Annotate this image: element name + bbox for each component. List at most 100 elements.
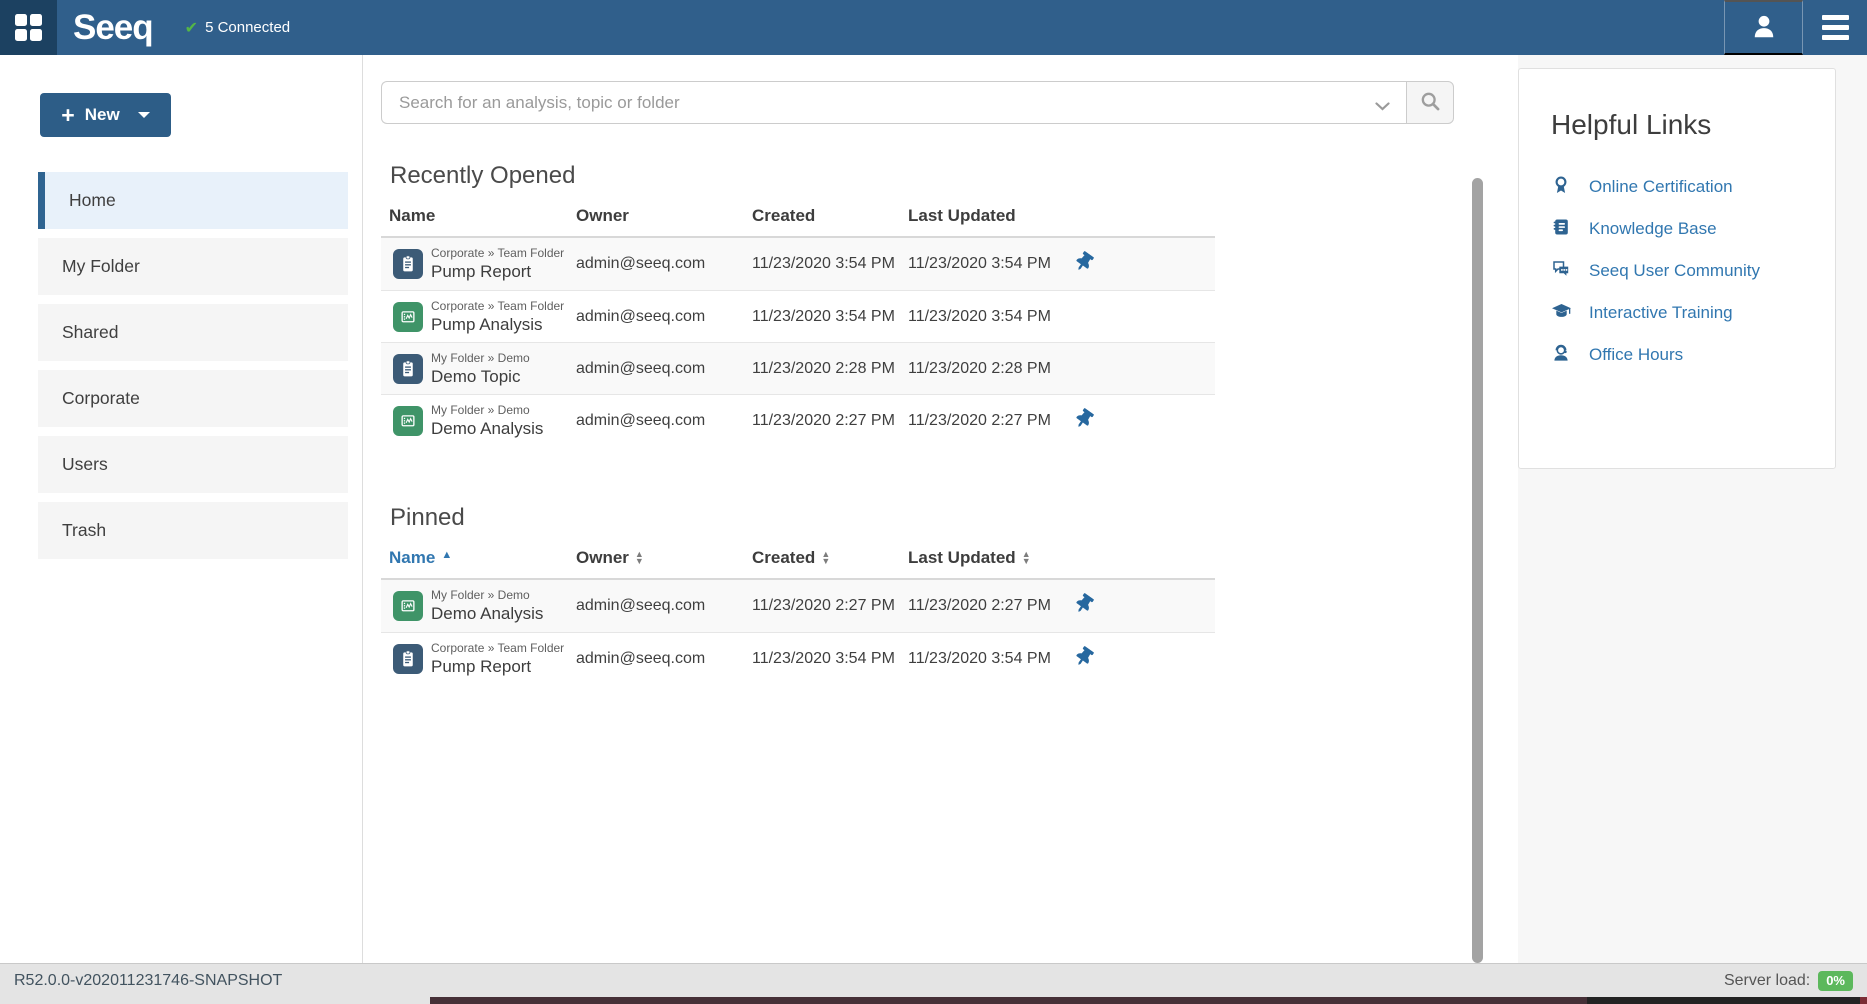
pin-cell (1075, 357, 1115, 381)
grid-icon (15, 14, 42, 41)
link-office-hours[interactable]: Office Hours (1551, 334, 1811, 376)
updated-cell: 11/23/2020 3:54 PM (908, 255, 1075, 273)
item-name[interactable]: Pump Report (431, 656, 576, 677)
sidebar-item-label: Trash (62, 520, 106, 541)
scrollbar-thumb[interactable] (1472, 178, 1483, 963)
column-header-owner: Owner (576, 206, 752, 226)
server-load-badge: 0% (1818, 971, 1853, 991)
status-bar: R52.0.0-v202011231746-SNAPSHOT Server lo… (0, 963, 1867, 997)
link-label[interactable]: Office Hours (1589, 345, 1683, 365)
sidebar-nav: Home My Folder Shared Corporate Users Tr… (0, 172, 362, 559)
knowledge-base-icon (1551, 217, 1571, 242)
sort-indicator: ▲▼ (821, 551, 830, 566)
link-seeq-user-community[interactable]: Seeq User Community (1551, 250, 1811, 292)
analysis-icon (393, 591, 423, 621)
column-label: Last Updated (908, 206, 1016, 226)
search-bar (381, 81, 1454, 124)
connection-status[interactable]: ✔ 5 Connected (185, 0, 290, 55)
link-online-certification[interactable]: Online Certification (1551, 166, 1811, 208)
community-icon (1551, 259, 1571, 284)
column-header-created: Created (752, 206, 908, 226)
item-type-cell (381, 591, 431, 621)
link-label[interactable]: Interactive Training (1589, 303, 1733, 323)
created-cell: 11/23/2020 3:54 PM (752, 308, 908, 326)
new-button[interactable]: + New (40, 93, 171, 137)
column-header-last-updated[interactable]: Last Updated ▲▼ (908, 548, 1215, 568)
item-breadcrumb: My Folder » Demo (431, 588, 576, 603)
office-hours-icon (1551, 343, 1571, 368)
created-cell: 11/23/2020 2:27 PM (752, 412, 908, 430)
sidebar-item-trash[interactable]: Trash (38, 502, 348, 559)
logo-text: Seeq (73, 8, 153, 48)
recently-opened-header: Name Owner Created Last Updated (381, 196, 1215, 238)
table-row[interactable]: My Folder » Demo Demo Analysis admin@see… (381, 394, 1215, 446)
right-panel: Helpful Links Online Certification (1518, 55, 1867, 963)
certification-icon (1551, 175, 1571, 200)
sidebar-item-label: Corporate (62, 388, 140, 409)
table-row[interactable]: Corporate » Team Folder Pump Report admi… (381, 238, 1215, 290)
link-label[interactable]: Knowledge Base (1589, 219, 1717, 239)
chevron-down-icon[interactable] (138, 112, 150, 118)
item-name[interactable]: Demo Topic (431, 366, 576, 387)
pinned-rows: My Folder » Demo Demo Analysis admin@see… (381, 580, 1215, 684)
updated-cell: 11/23/2020 3:54 PM (908, 650, 1075, 668)
table-row[interactable]: Corporate » Team Folder Pump Analysis ad… (381, 290, 1215, 342)
version-label: R52.0.0-v202011231746-SNAPSHOT (14, 972, 282, 990)
column-header-owner[interactable]: Owner ▲▼ (576, 548, 752, 568)
updated-cell: 11/23/2020 3:54 PM (908, 308, 1075, 326)
updated-cell: 11/23/2020 2:27 PM (908, 597, 1075, 615)
item-breadcrumb: Corporate » Team Folder (431, 246, 576, 261)
item-type-cell (381, 302, 431, 332)
name-cell: Corporate » Team Folder Pump Report (431, 246, 576, 282)
pin-cell (1075, 409, 1115, 433)
column-header-created[interactable]: Created ▲▼ (752, 548, 908, 568)
column-header-name: Name (381, 206, 576, 226)
item-name[interactable]: Pump Report (431, 261, 576, 282)
search-dropdown-chevron-icon[interactable] (1375, 98, 1390, 116)
item-name[interactable]: Pump Analysis (431, 314, 576, 335)
column-label: Created (752, 548, 815, 568)
sort-indicator: ▲▼ (1022, 551, 1031, 566)
topic-icon (393, 354, 423, 384)
topbar: Seeq ✔ 5 Connected (0, 0, 1867, 55)
analysis-icon (393, 302, 423, 332)
sidebar-item-home[interactable]: Home (38, 172, 348, 229)
sidebar-item-label: My Folder (62, 256, 140, 277)
pin-cell (1075, 252, 1115, 276)
column-label: Name (389, 548, 435, 568)
search-input[interactable] (381, 81, 1406, 124)
link-interactive-training[interactable]: Interactive Training (1551, 292, 1811, 334)
hamburger-menu-button[interactable] (1803, 0, 1867, 55)
item-type-cell (381, 644, 431, 674)
link-label[interactable]: Online Certification (1589, 177, 1733, 197)
name-cell: My Folder » Demo Demo Analysis (431, 588, 576, 624)
item-name[interactable]: Demo Analysis (431, 418, 576, 439)
sidebar-item-shared[interactable]: Shared (38, 304, 348, 361)
column-header-name[interactable]: Name ▲ (381, 548, 576, 568)
link-knowledge-base[interactable]: Knowledge Base (1551, 208, 1811, 250)
recently-opened-title: Recently Opened (390, 160, 1518, 192)
link-label[interactable]: Seeq User Community (1589, 261, 1760, 281)
item-breadcrumb: My Folder » Demo (431, 403, 576, 418)
sidebar-item-users[interactable]: Users (38, 436, 348, 493)
topic-icon (393, 249, 423, 279)
owner-cell: admin@seeq.com (576, 255, 752, 273)
item-breadcrumb: Corporate » Team Folder (431, 299, 576, 314)
sidebar-item-my-folder[interactable]: My Folder (38, 238, 348, 295)
sidebar-item-label: Users (62, 454, 108, 475)
helpful-links-card: Helpful Links Online Certification (1518, 68, 1836, 469)
user-profile-button[interactable] (1724, 0, 1803, 55)
item-type-cell (381, 249, 431, 279)
item-name[interactable]: Demo Analysis (431, 603, 576, 624)
app-switcher-button[interactable] (0, 0, 57, 55)
name-cell: My Folder » Demo Demo Topic (431, 351, 576, 387)
owner-cell: admin@seeq.com (576, 650, 752, 668)
column-label: Created (752, 206, 815, 226)
sidebar-item-corporate[interactable]: Corporate (38, 370, 348, 427)
table-row[interactable]: Corporate » Team Folder Pump Report admi… (381, 632, 1215, 684)
sidebar-item-label: Home (69, 190, 116, 211)
table-row[interactable]: My Folder » Demo Demo Analysis admin@see… (381, 580, 1215, 632)
sidebar-item-label: Shared (62, 322, 118, 343)
search-button[interactable] (1406, 81, 1454, 124)
table-row[interactable]: My Folder » Demo Demo Topic admin@seeq.c… (381, 342, 1215, 394)
